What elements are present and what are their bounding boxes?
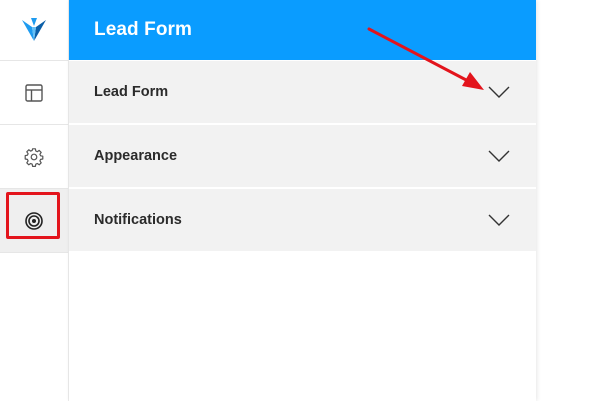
- chevron-down-icon: [488, 86, 510, 98]
- panel-title: Lead Form: [94, 19, 193, 40]
- panel-header: Lead Form: [69, 0, 536, 60]
- logo-icon: [22, 18, 46, 41]
- gear-icon: [24, 147, 44, 167]
- accordion-label: Notifications: [94, 212, 182, 228]
- rail-item-target[interactable]: [0, 189, 68, 253]
- chevron-down-icon: [488, 214, 510, 226]
- rail-item-settings[interactable]: [0, 125, 68, 189]
- accordion-notifications[interactable]: Notifications: [69, 189, 536, 251]
- layout-icon: [25, 83, 43, 102]
- lead-form-panel: Lead Form Lead Form Appearance Notificat…: [69, 0, 536, 401]
- target-icon: [25, 211, 43, 230]
- accordion-label: Appearance: [94, 148, 178, 164]
- rail-item-layout[interactable]: [0, 61, 68, 125]
- accordion-appearance[interactable]: Appearance: [69, 125, 536, 187]
- chevron-down-icon: [488, 150, 510, 162]
- left-rail: [0, 0, 69, 401]
- accordion-lead-form[interactable]: Lead Form: [69, 61, 536, 123]
- app-logo[interactable]: [0, 0, 68, 61]
- accordion-label: Lead Form: [94, 84, 169, 100]
